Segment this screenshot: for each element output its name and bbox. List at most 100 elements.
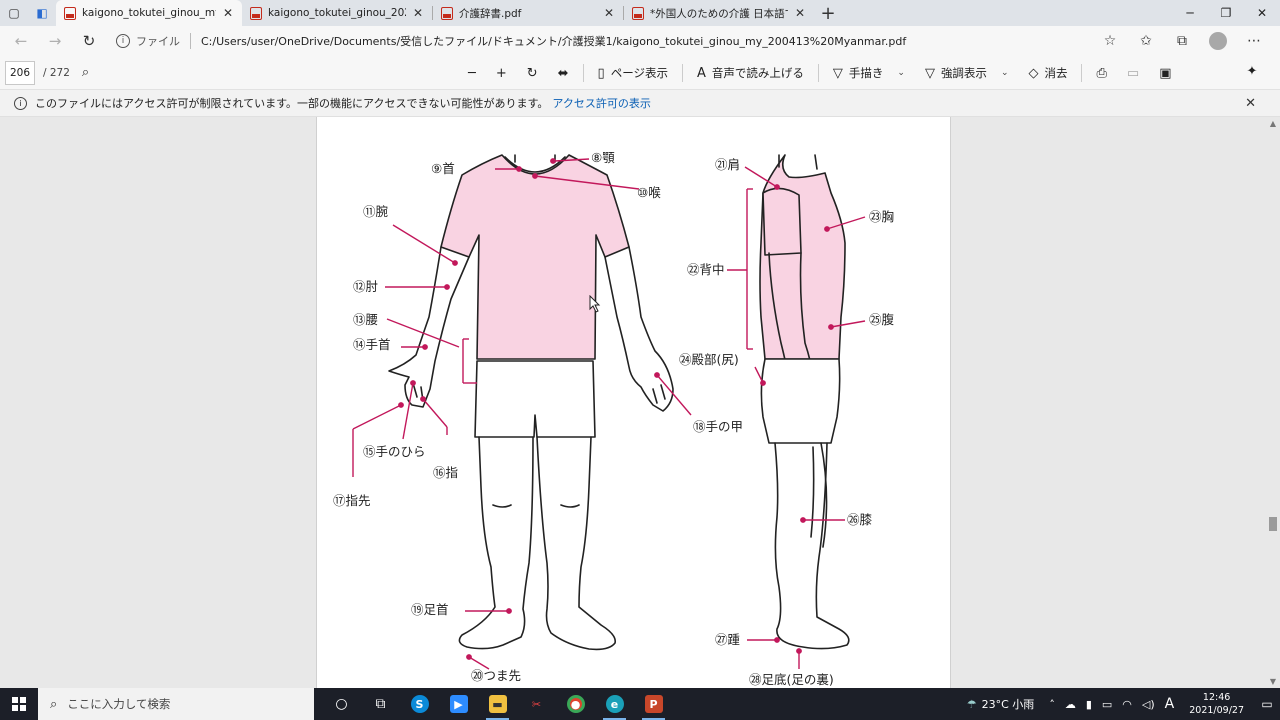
chrome-icon[interactable]: ● (556, 688, 595, 720)
close-tab-icon[interactable]: ✕ (410, 6, 426, 20)
start-button[interactable] (0, 688, 38, 720)
tab-2[interactable]: kaigono_tokutei_ginou_2020100 ✕ (242, 0, 432, 26)
chevron-down-icon[interactable]: ⌄ (1001, 68, 1009, 78)
page-view-icon: ▯ (597, 65, 605, 81)
tab-title: *外国人のための介護 日本語でケア (650, 7, 788, 20)
highlight-label: 強調表示 (940, 66, 987, 80)
info-icon: i (14, 96, 27, 110)
forward-icon[interactable]: → (38, 27, 72, 55)
tab-title: kaigono_tokutei_ginou_2020100 (268, 7, 406, 19)
pdf-icon (441, 6, 453, 20)
close-tab-icon[interactable]: ✕ (220, 6, 236, 20)
erase-label: 消去 (1044, 66, 1068, 80)
back-icon[interactable]: ← (4, 27, 38, 55)
close-infobar-icon[interactable]: ✕ (1245, 96, 1256, 111)
fit-page-button[interactable]: ⬌ (548, 66, 579, 81)
highlight-button[interactable]: ▽ 強調表示 ⌄ (915, 65, 1019, 81)
label-wrist: ⑭手首 (353, 337, 391, 352)
highlighter-icon: ▽ (924, 65, 935, 81)
label-sole: ㉘足底(足の裏) (749, 672, 834, 687)
pdf-icon (632, 6, 644, 20)
onedrive-icon[interactable]: ☁ (1065, 698, 1076, 711)
read-aloud-button[interactable]: A 音声で読み上げる (687, 65, 814, 81)
wifi-icon[interactable]: ◠ (1122, 698, 1132, 711)
eraser-icon: ◇ (1028, 65, 1039, 81)
clock[interactable]: 12:46 2021/09/27 (1189, 691, 1244, 717)
collections-icon[interactable]: ⧉ (1164, 33, 1200, 49)
new-tab-button[interactable]: + (814, 0, 842, 26)
vertical-tabs-icon[interactable]: ◧ (28, 0, 56, 26)
tab-1[interactable]: kaigono_tokutei_ginou_my_2004 ✕ (56, 0, 242, 26)
pin-toolbar-icon[interactable]: ✦ (1242, 64, 1262, 82)
battery-icon[interactable]: ▭ (1102, 698, 1112, 711)
system-tray: ☂ 23°C 小雨 ˄ ☁ ▮ ▭ ◠ ◁) A 12:46 2021/09/2… (962, 688, 1280, 720)
cortana-icon[interactable]: ○ (322, 688, 361, 720)
file-explorer-icon[interactable]: ▬ (478, 688, 517, 720)
label-throat: ⑩喉 (637, 185, 661, 200)
zoom-icon[interactable]: ▶ (439, 688, 478, 720)
mouse-cursor-icon (589, 295, 601, 313)
label-arm: ⑪腕 (363, 204, 388, 219)
rotate-button[interactable]: ↻ (517, 66, 548, 81)
windows-logo-icon (12, 697, 26, 711)
volume-icon[interactable]: ◁) (1142, 698, 1155, 711)
draw-label: 手描き (848, 66, 884, 80)
add-favorite-icon[interactable]: ☆ (1092, 33, 1128, 49)
erase-button[interactable]: ◇ 消去 (1018, 65, 1077, 81)
restore-icon[interactable]: ❐ (1208, 0, 1244, 26)
microphone-icon[interactable]: ▮ (1086, 698, 1092, 711)
scroll-up-icon[interactable]: ▲ (1270, 119, 1276, 128)
scroll-down-icon[interactable]: ▼ (1270, 677, 1276, 686)
toolbar-divider (582, 64, 584, 82)
refresh-icon[interactable]: ↻ (72, 27, 106, 55)
close-tab-icon[interactable]: ✕ (792, 6, 808, 20)
front-shorts (474, 360, 596, 438)
save-button[interactable]: ▭ (1117, 66, 1149, 81)
print-icon: ⎙ (1096, 65, 1107, 81)
tab-actions-icon[interactable]: ▢ (0, 0, 28, 26)
save-as-button[interactable]: ▣ (1149, 66, 1181, 81)
task-view-icon[interactable]: ⧉ (361, 688, 400, 720)
minimize-icon[interactable]: ─ (1172, 0, 1208, 26)
weather-icon[interactable]: ☂ (967, 698, 977, 711)
view-permissions-link[interactable]: アクセス許可の表示 (552, 95, 650, 111)
tab-4[interactable]: *外国人のための介護 日本語でケア ✕ (624, 0, 814, 26)
label-back-of-hand: ⑱手の甲 (693, 419, 743, 434)
chevron-up-icon[interactable]: ˄ (1049, 698, 1055, 711)
draw-button[interactable]: ▽ 手描き ⌄ (823, 65, 915, 81)
search-icon[interactable]: ⌕ (82, 65, 89, 80)
weather-text[interactable]: 23°C 小雨 (982, 696, 1035, 712)
tab-3[interactable]: 介護辞書.pdf ✕ (433, 0, 623, 26)
print-button[interactable]: ⎙ (1086, 66, 1116, 81)
favorites-icon[interactable]: ✩ (1128, 33, 1164, 49)
tab-strip: ▢ ◧ kaigono_tokutei_ginou_my_2004 ✕ kaig… (0, 0, 1280, 26)
url-field[interactable]: i ファイル C:/Users/user/OneDrive/Documents/… (116, 29, 1116, 53)
powerpoint-icon[interactable]: P (634, 688, 673, 720)
page-number-input[interactable]: 206 (5, 60, 35, 85)
close-window-icon[interactable]: ✕ (1244, 0, 1280, 26)
info-icon[interactable]: i (116, 34, 130, 48)
pdf-viewer[interactable]: ⑧顎 ⑨首 ⑩喉 ⑪腕 ⑫肘 ⑬腰 ⑭手首 ⑮手のひら ⑯指 ⑰指先 ⑱手の甲 … (0, 117, 1280, 688)
page-view-button[interactable]: ▯ ページ表示 (588, 65, 678, 81)
ime-indicator[interactable]: A (1165, 696, 1175, 712)
toolbar-divider (681, 64, 683, 82)
url-path[interactable]: C:/Users/user/OneDrive/Documents/受信したファイ… (201, 33, 906, 49)
label-abdomen: ㉕腹 (869, 312, 895, 327)
taskbar-search[interactable]: ⌕ ここに入力して検索 (38, 688, 314, 720)
more-menu-icon[interactable]: ⋯ (1236, 33, 1272, 49)
save-as-icon: ▣ (1159, 65, 1172, 81)
side-shorts (760, 358, 841, 444)
scrollbar-thumb[interactable] (1269, 517, 1277, 531)
notification-icon[interactable]: ▭ (1254, 697, 1280, 711)
profile-avatar[interactable] (1209, 32, 1227, 50)
edge-icon[interactable]: e (595, 688, 634, 720)
chevron-down-icon[interactable]: ⌄ (897, 68, 905, 78)
snip-tool-icon[interactable]: ✂ (517, 688, 556, 720)
toolbar-divider (817, 64, 819, 82)
fit-width-icon: ⬌ (557, 65, 569, 81)
zoom-in-button[interactable]: + (486, 66, 517, 81)
close-tab-icon[interactable]: ✕ (601, 6, 617, 20)
skype-icon[interactable]: S (400, 688, 439, 720)
zoom-out-button[interactable]: ─ (458, 66, 486, 81)
clock-time: 12:46 (1202, 692, 1231, 703)
